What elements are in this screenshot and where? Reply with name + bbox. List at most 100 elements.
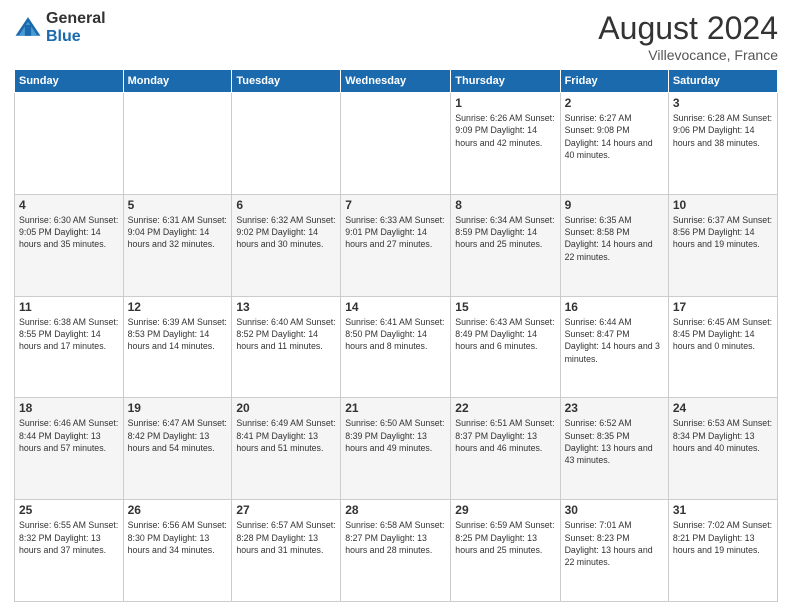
calendar-cell: 16 Sunrise: 6:44 AM Sunset: 8:47 PM Dayli… xyxy=(560,296,668,398)
day-info: Sunrise: 6:37 AM Sunset: 8:56 PM Dayligh… xyxy=(673,214,773,251)
header-tuesday: Tuesday xyxy=(232,70,341,93)
header-saturday: Saturday xyxy=(668,70,777,93)
calendar-cell: 19 Sunrise: 6:47 AM Sunset: 8:42 PM Dayli… xyxy=(123,398,232,500)
day-info: Sunrise: 6:34 AM Sunset: 8:59 PM Dayligh… xyxy=(455,214,555,251)
day-number: 4 xyxy=(19,198,119,212)
day-info: Sunrise: 6:58 AM Sunset: 8:27 PM Dayligh… xyxy=(345,519,446,556)
day-info: Sunrise: 6:59 AM Sunset: 8:25 PM Dayligh… xyxy=(455,519,555,556)
calendar-cell: 25 Sunrise: 6:55 AM Sunset: 8:32 PM Dayli… xyxy=(15,500,124,602)
calendar-week-4: 18Sunrise: 6:46 AM Sunset: 8:44 PM Dayli… xyxy=(15,398,778,500)
day-number: 14 xyxy=(345,300,446,314)
day-info: Sunrise: 6:53 AM Sunset: 8:34 PM Dayligh… xyxy=(673,417,773,454)
day-info: Sunrise: 6:40 AM Sunset: 8:52 PM Dayligh… xyxy=(236,316,336,353)
calendar-cell: 22 Sunrise: 6:51 AM Sunset: 8:37 PM Dayli… xyxy=(451,398,560,500)
day-number: 8 xyxy=(455,198,555,212)
day-info: Sunrise: 6:49 AM Sunset: 8:41 PM Dayligh… xyxy=(236,417,336,454)
day-info: Sunrise: 6:30 AM Sunset: 9:05 PM Dayligh… xyxy=(19,214,119,251)
calendar-cell: 24 Sunrise: 6:53 AM Sunset: 8:34 PM Dayli… xyxy=(668,398,777,500)
logo-general-text: General xyxy=(46,10,106,28)
day-info: Sunrise: 6:56 AM Sunset: 8:30 PM Dayligh… xyxy=(128,519,228,556)
day-number: 22 xyxy=(455,401,555,415)
day-number: 26 xyxy=(128,503,228,517)
weekday-header-row: Sunday Monday Tuesday Wednesday Thursday… xyxy=(15,70,778,93)
calendar-cell: 2 Sunrise: 6:27 AM Sunset: 9:08 PM Daylig… xyxy=(560,93,668,195)
calendar-cell: 31 Sunrise: 7:02 AM Sunset: 8:21 PM Dayli… xyxy=(668,500,777,602)
calendar-cell: 15Sunrise: 6:43 AM Sunset: 8:49 PM Dayli… xyxy=(451,296,560,398)
day-number: 24 xyxy=(673,401,773,415)
day-number: 2 xyxy=(565,96,664,110)
day-number: 3 xyxy=(673,96,773,110)
calendar-cell: 1 Sunrise: 6:26 AM Sunset: 9:09 PM Daylig… xyxy=(451,93,560,195)
day-info: Sunrise: 6:51 AM Sunset: 8:37 PM Dayligh… xyxy=(455,417,555,454)
day-info: Sunrise: 6:50 AM Sunset: 8:39 PM Dayligh… xyxy=(345,417,446,454)
calendar-cell: 7 Sunrise: 6:33 AM Sunset: 9:01 PM Daylig… xyxy=(341,194,451,296)
day-info: Sunrise: 6:32 AM Sunset: 9:02 PM Dayligh… xyxy=(236,214,336,251)
calendar-cell: 17Sunrise: 6:45 AM Sunset: 8:45 PM Dayli… xyxy=(668,296,777,398)
header-monday: Monday xyxy=(123,70,232,93)
day-number: 1 xyxy=(455,96,555,110)
day-number: 21 xyxy=(345,401,446,415)
header: General Blue August 2024 Villevocance, F… xyxy=(14,10,778,63)
location: Villevocance, France xyxy=(598,47,778,63)
calendar-cell: 18Sunrise: 6:46 AM Sunset: 8:44 PM Dayli… xyxy=(15,398,124,500)
calendar-cell: 9Sunrise: 6:35 AM Sunset: 8:58 PM Daylig… xyxy=(560,194,668,296)
day-info: Sunrise: 6:31 AM Sunset: 9:04 PM Dayligh… xyxy=(128,214,228,251)
calendar-cell: 23Sunrise: 6:52 AM Sunset: 8:35 PM Dayli… xyxy=(560,398,668,500)
day-info: Sunrise: 6:55 AM Sunset: 8:32 PM Dayligh… xyxy=(19,519,119,556)
day-number: 28 xyxy=(345,503,446,517)
logo-icon xyxy=(14,14,42,42)
day-number: 29 xyxy=(455,503,555,517)
calendar-cell: 14 Sunrise: 6:41 AM Sunset: 8:50 PM Dayli… xyxy=(341,296,451,398)
day-info: Sunrise: 6:43 AM Sunset: 8:49 PM Dayligh… xyxy=(455,316,555,353)
calendar-cell xyxy=(232,93,341,195)
calendar-cell: 3 Sunrise: 6:28 AM Sunset: 9:06 PM Daylig… xyxy=(668,93,777,195)
calendar-cell xyxy=(341,93,451,195)
day-info: Sunrise: 7:01 AM Sunset: 8:23 PM Dayligh… xyxy=(565,519,664,568)
day-info: Sunrise: 6:38 AM Sunset: 8:55 PM Dayligh… xyxy=(19,316,119,353)
day-number: 10 xyxy=(673,198,773,212)
day-info: Sunrise: 6:26 AM Sunset: 9:09 PM Dayligh… xyxy=(455,112,555,149)
calendar-week-5: 25 Sunrise: 6:55 AM Sunset: 8:32 PM Dayli… xyxy=(15,500,778,602)
calendar-table: Sunday Monday Tuesday Wednesday Thursday… xyxy=(14,69,778,602)
calendar-cell xyxy=(15,93,124,195)
header-wednesday: Wednesday xyxy=(341,70,451,93)
day-info: Sunrise: 6:33 AM Sunset: 9:01 PM Dayligh… xyxy=(345,214,446,251)
calendar-cell: 8 Sunrise: 6:34 AM Sunset: 8:59 PM Daylig… xyxy=(451,194,560,296)
calendar-cell: 5 Sunrise: 6:31 AM Sunset: 9:04 PM Daylig… xyxy=(123,194,232,296)
day-info: Sunrise: 6:47 AM Sunset: 8:42 PM Dayligh… xyxy=(128,417,228,454)
calendar-week-3: 11Sunrise: 6:38 AM Sunset: 8:55 PM Dayli… xyxy=(15,296,778,398)
day-number: 25 xyxy=(19,503,119,517)
day-info: Sunrise: 6:39 AM Sunset: 8:53 PM Dayligh… xyxy=(128,316,228,353)
day-number: 16 xyxy=(565,300,664,314)
day-number: 12 xyxy=(128,300,228,314)
day-number: 9 xyxy=(565,198,664,212)
day-info: Sunrise: 6:28 AM Sunset: 9:06 PM Dayligh… xyxy=(673,112,773,149)
calendar-cell: 20Sunrise: 6:49 AM Sunset: 8:41 PM Dayli… xyxy=(232,398,341,500)
day-info: Sunrise: 6:27 AM Sunset: 9:08 PM Dayligh… xyxy=(565,112,664,161)
day-number: 30 xyxy=(565,503,664,517)
calendar-cell: 29 Sunrise: 6:59 AM Sunset: 8:25 PM Dayli… xyxy=(451,500,560,602)
day-number: 7 xyxy=(345,198,446,212)
day-number: 31 xyxy=(673,503,773,517)
day-info: Sunrise: 6:41 AM Sunset: 8:50 PM Dayligh… xyxy=(345,316,446,353)
logo-blue-text: Blue xyxy=(46,28,106,46)
day-info: Sunrise: 6:57 AM Sunset: 8:28 PM Dayligh… xyxy=(236,519,336,556)
day-number: 6 xyxy=(236,198,336,212)
calendar-cell: 12 Sunrise: 6:39 AM Sunset: 8:53 PM Dayli… xyxy=(123,296,232,398)
day-info: Sunrise: 6:44 AM Sunset: 8:47 PM Dayligh… xyxy=(565,316,664,365)
calendar-cell: 4 Sunrise: 6:30 AM Sunset: 9:05 PM Daylig… xyxy=(15,194,124,296)
logo-text: General Blue xyxy=(46,10,106,45)
day-number: 27 xyxy=(236,503,336,517)
calendar-cell xyxy=(123,93,232,195)
calendar-cell: 13Sunrise: 6:40 AM Sunset: 8:52 PM Dayli… xyxy=(232,296,341,398)
day-info: Sunrise: 7:02 AM Sunset: 8:21 PM Dayligh… xyxy=(673,519,773,556)
calendar-cell: 28 Sunrise: 6:58 AM Sunset: 8:27 PM Dayli… xyxy=(341,500,451,602)
day-number: 5 xyxy=(128,198,228,212)
day-info: Sunrise: 6:52 AM Sunset: 8:35 PM Dayligh… xyxy=(565,417,664,466)
calendar-cell: 11Sunrise: 6:38 AM Sunset: 8:55 PM Dayli… xyxy=(15,296,124,398)
day-number: 19 xyxy=(128,401,228,415)
header-thursday: Thursday xyxy=(451,70,560,93)
calendar-cell: 6 Sunrise: 6:32 AM Sunset: 9:02 PM Daylig… xyxy=(232,194,341,296)
header-sunday: Sunday xyxy=(15,70,124,93)
page: General Blue August 2024 Villevocance, F… xyxy=(0,0,792,612)
